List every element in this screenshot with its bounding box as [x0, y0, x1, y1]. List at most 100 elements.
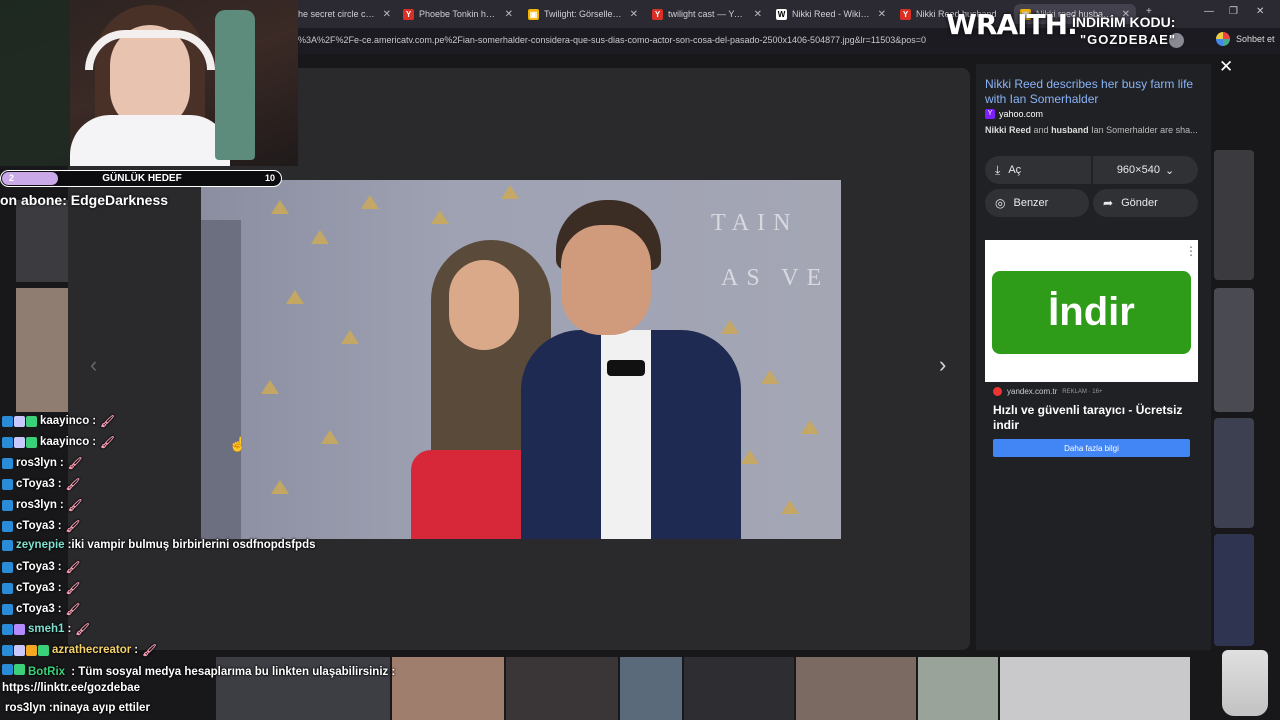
- badge-icon: [14, 415, 25, 427]
- thumbnail[interactable]: [16, 288, 68, 412]
- chevron-right-icon[interactable]: ›: [939, 352, 946, 378]
- yandex-favicon: Y: [652, 8, 663, 20]
- brush-emote-icon: 🖌: [100, 416, 115, 428]
- browser-tab[interactable]: Ytwilight cast — Yandex✕: [646, 4, 768, 24]
- chat-username[interactable]: zeynepie: [16, 539, 65, 551]
- browser-tab[interactable]: WNikki Reed - Wikipedia✕: [770, 4, 892, 24]
- chat-username[interactable]: cToya3: [16, 603, 55, 615]
- badge-icon: [14, 644, 25, 656]
- webcam-overlay: [0, 0, 298, 166]
- browser-tab[interactable]: ▣Twilight: Görselleri görü✕: [522, 4, 644, 24]
- thumbnail[interactable]: [620, 657, 682, 720]
- browser-tab[interactable]: he secret circle cast — Y✕: [292, 4, 397, 24]
- main-photo[interactable]: TAIN AS VE: [201, 180, 841, 539]
- chat-username[interactable]: ros3lyn: [16, 499, 57, 511]
- chat-message: cToya3 : 🖌: [2, 581, 80, 595]
- close-tab-icon[interactable]: ✕: [630, 9, 638, 20]
- yandex-favicon: Y: [403, 8, 414, 20]
- chat-username[interactable]: cToya3: [16, 561, 55, 573]
- brush-emote-icon: 🖌: [65, 521, 81, 533]
- wikipedia-favicon: W: [776, 8, 787, 20]
- brush-emote-icon: 🖌: [65, 562, 81, 574]
- chat-username[interactable]: cToya3: [16, 520, 55, 532]
- close-tab-icon[interactable]: ✕: [878, 9, 886, 20]
- chat-separator: :: [92, 436, 97, 448]
- chat-username[interactable]: kaayinco: [40, 436, 89, 448]
- brush-emote-icon: 🖌: [65, 604, 81, 616]
- size-dropdown[interactable]: 960×540 ⌄: [1093, 156, 1198, 184]
- download-ad-banner[interactable]: İndir: [992, 271, 1191, 354]
- thumbnail[interactable]: [1000, 657, 1190, 720]
- thumbnail[interactable]: [1214, 534, 1254, 646]
- chat-separator: :: [68, 666, 79, 678]
- badge-icon: [26, 436, 37, 448]
- badge-icon: [2, 478, 13, 490]
- browser-tab[interactable]: YPhoebe Tonkin husband✕: [397, 4, 519, 24]
- more-options-icon[interactable]: ⋮: [1185, 244, 1197, 258]
- learn-more-button[interactable]: Daha fazla bilgi: [993, 439, 1190, 457]
- discount-code-label: İNDİRİM KODU:: [1072, 14, 1176, 30]
- chat-username[interactable]: BotRix: [28, 666, 65, 678]
- badge-icon: [26, 644, 37, 656]
- close-tab-icon[interactable]: ✕: [505, 9, 513, 20]
- chat-username[interactable]: smeh1: [28, 623, 64, 635]
- thumbnail[interactable]: [684, 657, 794, 720]
- url-field[interactable]: %3A%2F%2Fe-ce.americatv.com.pe%2Fian-som…: [298, 35, 948, 45]
- chat-separator: :: [57, 603, 62, 615]
- ad-headline[interactable]: Hızlı ve güvenli tarayıcı - Ücretsiz ind…: [993, 403, 1193, 433]
- chat-username[interactable]: cToya3: [16, 582, 55, 594]
- ad-card[interactable]: İndir ⋮ yandex.com.tr REKLAM · 16+ Hızlı…: [985, 240, 1198, 462]
- chat-message: BotRix : Tüm sosyal medya hesaplarıma bu…: [2, 664, 412, 696]
- yandex-favicon: [993, 387, 1002, 396]
- close-viewer-icon[interactable]: ✕: [1219, 57, 1233, 77]
- restore-icon[interactable]: ❐: [1229, 6, 1238, 17]
- chat-button[interactable]: Sohbet et: [1216, 32, 1280, 46]
- share-arrow-icon: ➦: [1103, 196, 1114, 210]
- subscriber-alert: on abone: EdgeDarkness: [0, 192, 169, 208]
- discount-code: "GOZDEBAE": [1080, 32, 1176, 47]
- chevron-left-icon[interactable]: ‹: [90, 352, 97, 378]
- result-snippet: Nikki Reed and husband Ian Somerhalder a…: [985, 125, 1198, 135]
- chat-message: ros3lyn : 🖌: [2, 498, 82, 512]
- thumbnail[interactable]: [1214, 288, 1254, 412]
- chat-username[interactable]: ros3lyn: [16, 457, 57, 469]
- chat-message: azrathecreator : 🖌: [2, 643, 157, 657]
- thumbnail[interactable]: [506, 657, 618, 720]
- chat-username[interactable]: cToya3: [16, 478, 55, 490]
- close-window-icon[interactable]: ✕: [1256, 6, 1264, 17]
- chat-separator: :: [59, 457, 64, 469]
- chat-username[interactable]: ros3lyn: [5, 702, 46, 714]
- chat-message: ros3lyn : ninaya ayıp ettiler: [2, 702, 150, 714]
- thumbnail[interactable]: [1214, 418, 1254, 528]
- brush-emote-icon: 🖌: [100, 437, 115, 449]
- badge-icon: [2, 499, 13, 511]
- close-tab-icon[interactable]: ✕: [383, 9, 391, 20]
- chat-message: kaayinco : 🖌: [2, 435, 115, 449]
- badge-icon: [2, 623, 13, 635]
- similar-button[interactable]: ◎ Benzer: [985, 189, 1089, 217]
- chat-badges: [2, 478, 13, 490]
- chat-badges: [2, 644, 49, 656]
- sponsor-logo: WRAITH.: [946, 8, 1078, 41]
- chat-username[interactable]: azrathecreator: [52, 644, 131, 656]
- close-tab-icon[interactable]: ✕: [754, 9, 762, 20]
- brush-emote-icon: 🖌: [67, 458, 83, 470]
- minimize-icon[interactable]: —: [1204, 6, 1214, 17]
- result-title-link[interactable]: Nikki Reed describes her busy farm life …: [985, 77, 1200, 107]
- chat-separator: :: [92, 415, 97, 427]
- chat-username[interactable]: kaayinco: [40, 415, 89, 427]
- chat-separator: :: [57, 582, 62, 594]
- chat-separator: :: [59, 499, 64, 511]
- chat-badges: [2, 561, 13, 573]
- thumbnail[interactable]: [1214, 150, 1254, 280]
- badge-icon: [2, 644, 13, 656]
- thumbnail[interactable]: [796, 657, 916, 720]
- thumbnail[interactable]: [918, 657, 998, 720]
- chat-separator: :: [57, 478, 62, 490]
- share-button[interactable]: ➦ Gönder: [1093, 189, 1198, 217]
- chat-badges: [2, 436, 37, 448]
- brush-emote-icon: 🖌: [75, 624, 90, 636]
- result-source[interactable]: Y yahoo.com: [985, 109, 1043, 119]
- thumbnail[interactable]: [16, 200, 68, 282]
- open-button[interactable]: ⤓ Aç: [985, 156, 1091, 184]
